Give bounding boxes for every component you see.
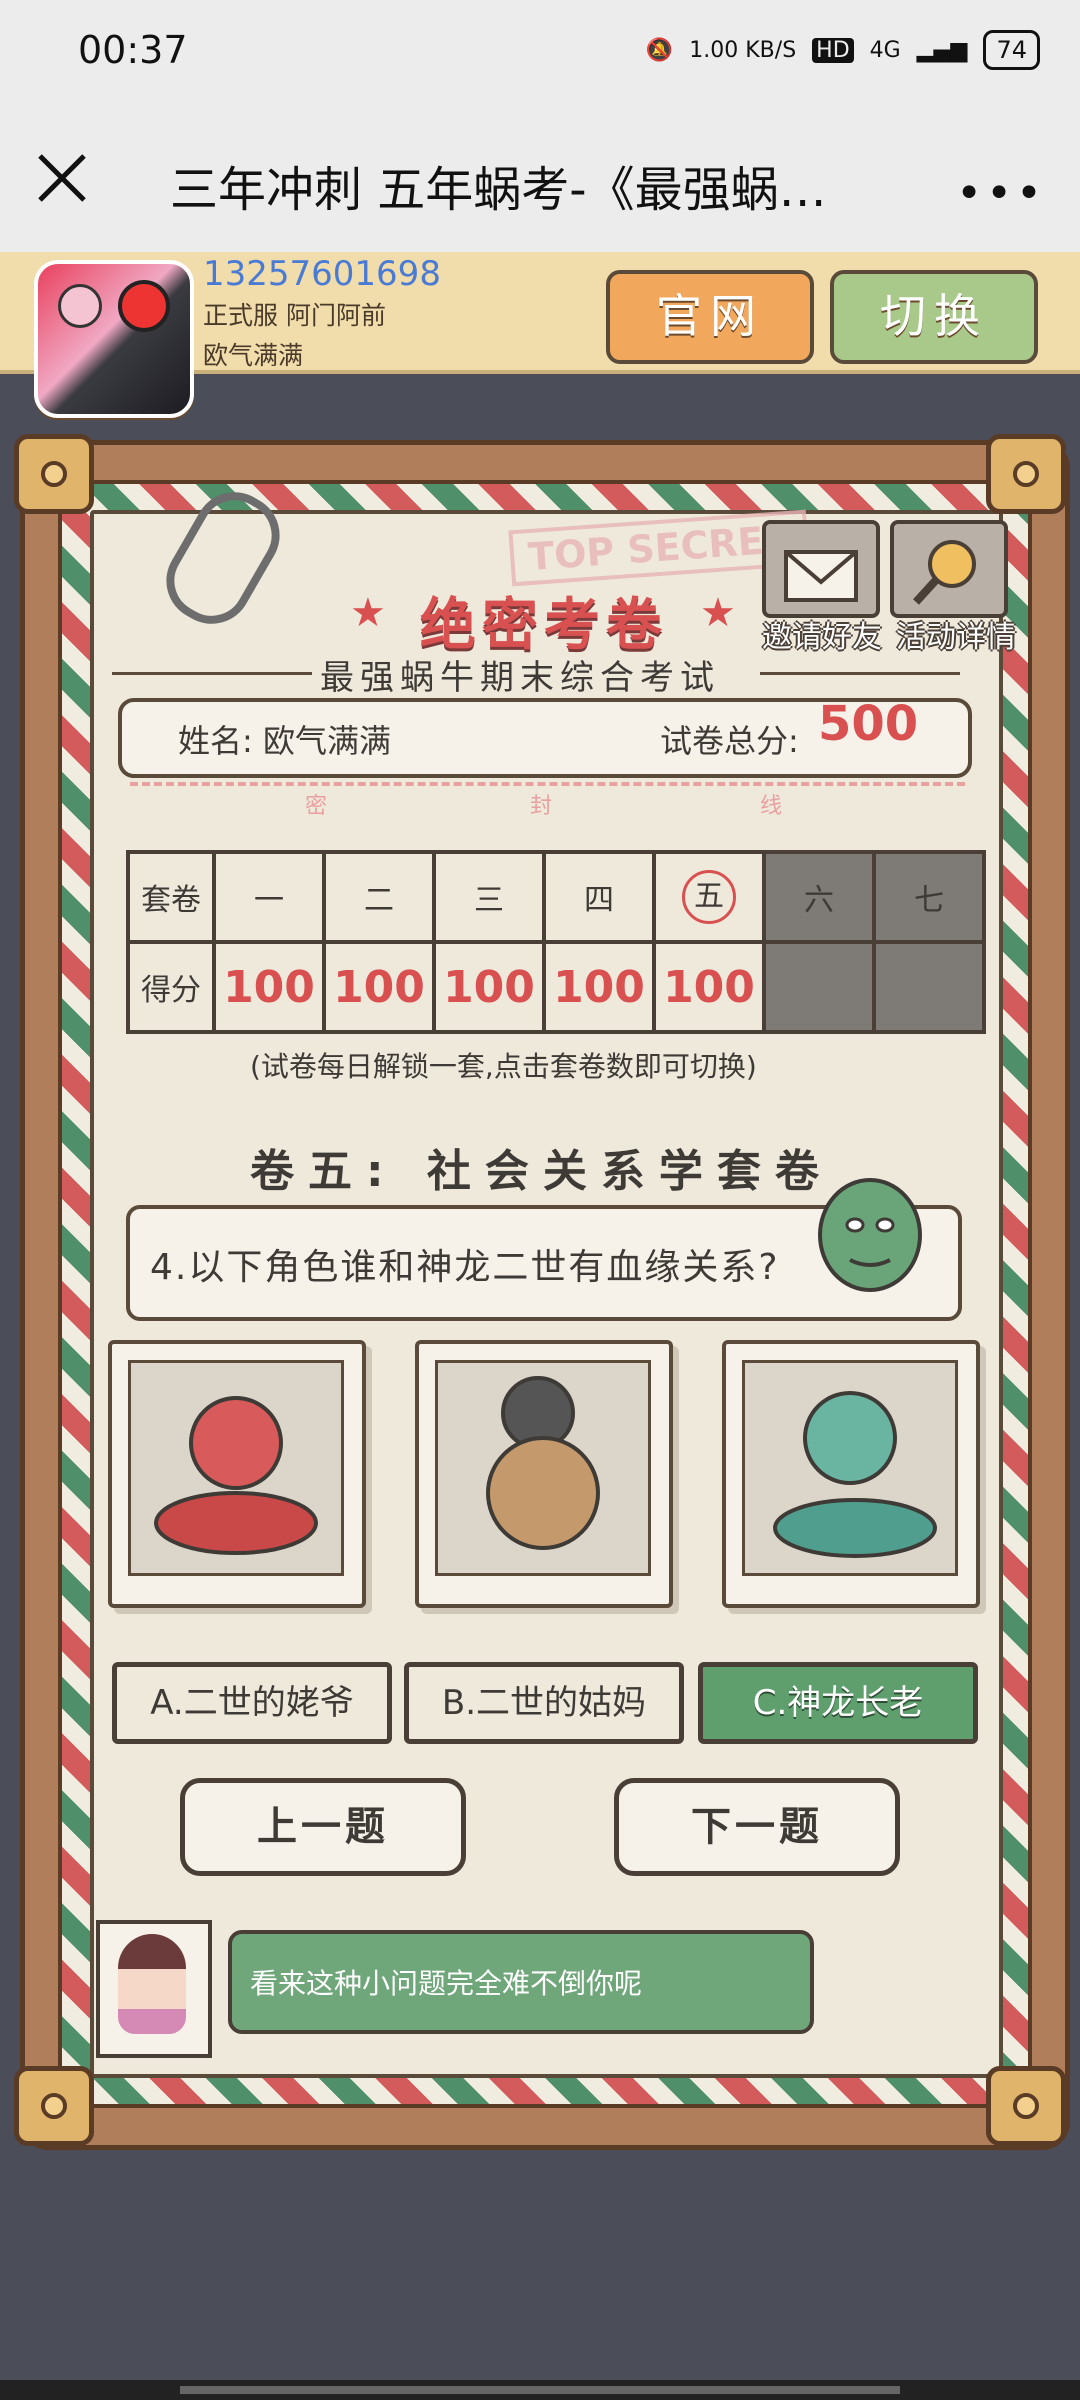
total-score-label: 试卷总分:	[660, 722, 799, 760]
bottom-tab[interactable]	[420, 2386, 660, 2394]
prev-question-button[interactable]: 上一题	[180, 1778, 466, 1876]
set-tab-7-locked: 七	[872, 850, 986, 944]
mute-icon: 🔕	[645, 37, 674, 63]
user-phone: 13257601698	[203, 254, 441, 294]
page-title: 三年冲刺 五年蜗考-《最强蜗…	[170, 162, 827, 218]
more-icon[interactable]: •••	[956, 168, 1046, 219]
activity-details-icon[interactable]	[890, 520, 1008, 618]
divider	[760, 672, 960, 675]
set-score: 100	[212, 940, 326, 1034]
guide-avatar	[96, 1920, 212, 2058]
seal-char: 密	[305, 794, 328, 819]
set-row: 套卷 一 二 三 四 五 六 七	[126, 850, 986, 944]
option-c-picture[interactable]	[722, 1340, 980, 1608]
option-c-button[interactable]: C.神龙长老	[698, 1662, 978, 1744]
seal-char: 封	[530, 794, 553, 819]
bottom-tab[interactable]	[180, 2386, 420, 2394]
bottom-tab[interactable]	[660, 2386, 900, 2394]
score-header: 得分	[126, 940, 216, 1034]
envelope-icon	[784, 550, 858, 602]
set-score: 100	[432, 940, 546, 1034]
frame-corner	[14, 434, 94, 514]
score-row: 得分 100 100 100 100 100	[126, 940, 986, 1034]
dragon-mascot-icon	[818, 1178, 922, 1292]
close-icon[interactable]	[34, 150, 90, 206]
red-dragon-elder-image	[128, 1360, 344, 1576]
total-score-value: 500	[818, 696, 919, 752]
set-score: 100	[322, 940, 436, 1034]
switch-button[interactable]: 切换	[830, 270, 1038, 364]
divider	[112, 672, 312, 675]
invite-friends-label[interactable]: 邀请好友	[762, 612, 882, 656]
score-table: 套卷 一 二 三 四 五 六 七 得分 100 100 100 100 100	[126, 850, 986, 1034]
avatar[interactable]	[34, 260, 194, 418]
invite-friends-icon[interactable]	[762, 520, 880, 618]
set-tab-5[interactable]: 五	[652, 850, 766, 944]
magnifier-icon	[913, 540, 976, 605]
seal-line	[130, 782, 965, 786]
dinosaur-aunt-image	[435, 1360, 651, 1576]
activity-details-label[interactable]: 活动详情	[896, 612, 1016, 656]
net-speed: 1.00 KB/S	[689, 37, 797, 63]
set-score: 100	[542, 940, 656, 1034]
set-tab-2[interactable]: 二	[322, 850, 436, 944]
official-site-button[interactable]: 官网	[606, 270, 814, 364]
set-title: 卷五: 社会关系学套卷	[250, 1146, 833, 1197]
seal-char: 线	[760, 794, 783, 819]
current-set-marker: 五	[682, 870, 736, 924]
option-b-picture[interactable]	[415, 1340, 673, 1608]
status-time: 00:37	[78, 28, 188, 72]
set-tab-3[interactable]: 三	[432, 850, 546, 944]
user-server: 正式服 阿门阿前	[203, 301, 386, 330]
tip-text: 看来这种小问题完全难不倒你呢	[250, 1967, 643, 2000]
hd-badge: HD	[812, 37, 854, 63]
option-a-picture[interactable]	[108, 1340, 366, 1608]
signal-label: 4G	[869, 37, 901, 63]
frame-corner	[14, 2066, 94, 2146]
set-score-locked	[872, 940, 986, 1034]
status-icons: 🔕 1.00 KB/S HD 4G ▂▄▆ 74	[646, 30, 1040, 70]
star-icon: ★	[350, 590, 386, 636]
set-score: 100	[652, 940, 766, 1034]
frame-corner	[986, 2066, 1066, 2146]
frame-corner	[986, 434, 1066, 514]
student-name: 姓名: 欧气满满	[178, 722, 391, 760]
table-hint: (试卷每日解锁一套,点击套卷数即可切换)	[250, 1050, 757, 1083]
battery-indicator: 74	[983, 30, 1040, 70]
option-a-button[interactable]: A.二世的姥爷	[112, 1662, 392, 1744]
exam-title: 绝密考卷	[420, 593, 668, 658]
set-tab-1[interactable]: 一	[212, 850, 326, 944]
star-icon: ★	[700, 590, 736, 636]
signal-icon: ▂▄▆	[916, 37, 968, 63]
set-tab-4[interactable]: 四	[542, 850, 656, 944]
exam-subtitle: 最强蜗牛期末综合考试	[320, 658, 720, 698]
user-nickname: 欧气满满	[203, 341, 304, 370]
dragon-elder-image	[742, 1360, 958, 1576]
set-header: 套卷	[126, 850, 216, 944]
option-b-button[interactable]: B.二世的姑妈	[404, 1662, 684, 1744]
question-text: 4.以下角色谁和神龙二世有血缘关系?	[150, 1247, 780, 1288]
set-tab-6-locked: 六	[762, 850, 876, 944]
set-score-locked	[762, 940, 876, 1034]
next-question-button[interactable]: 下一题	[614, 1778, 900, 1876]
